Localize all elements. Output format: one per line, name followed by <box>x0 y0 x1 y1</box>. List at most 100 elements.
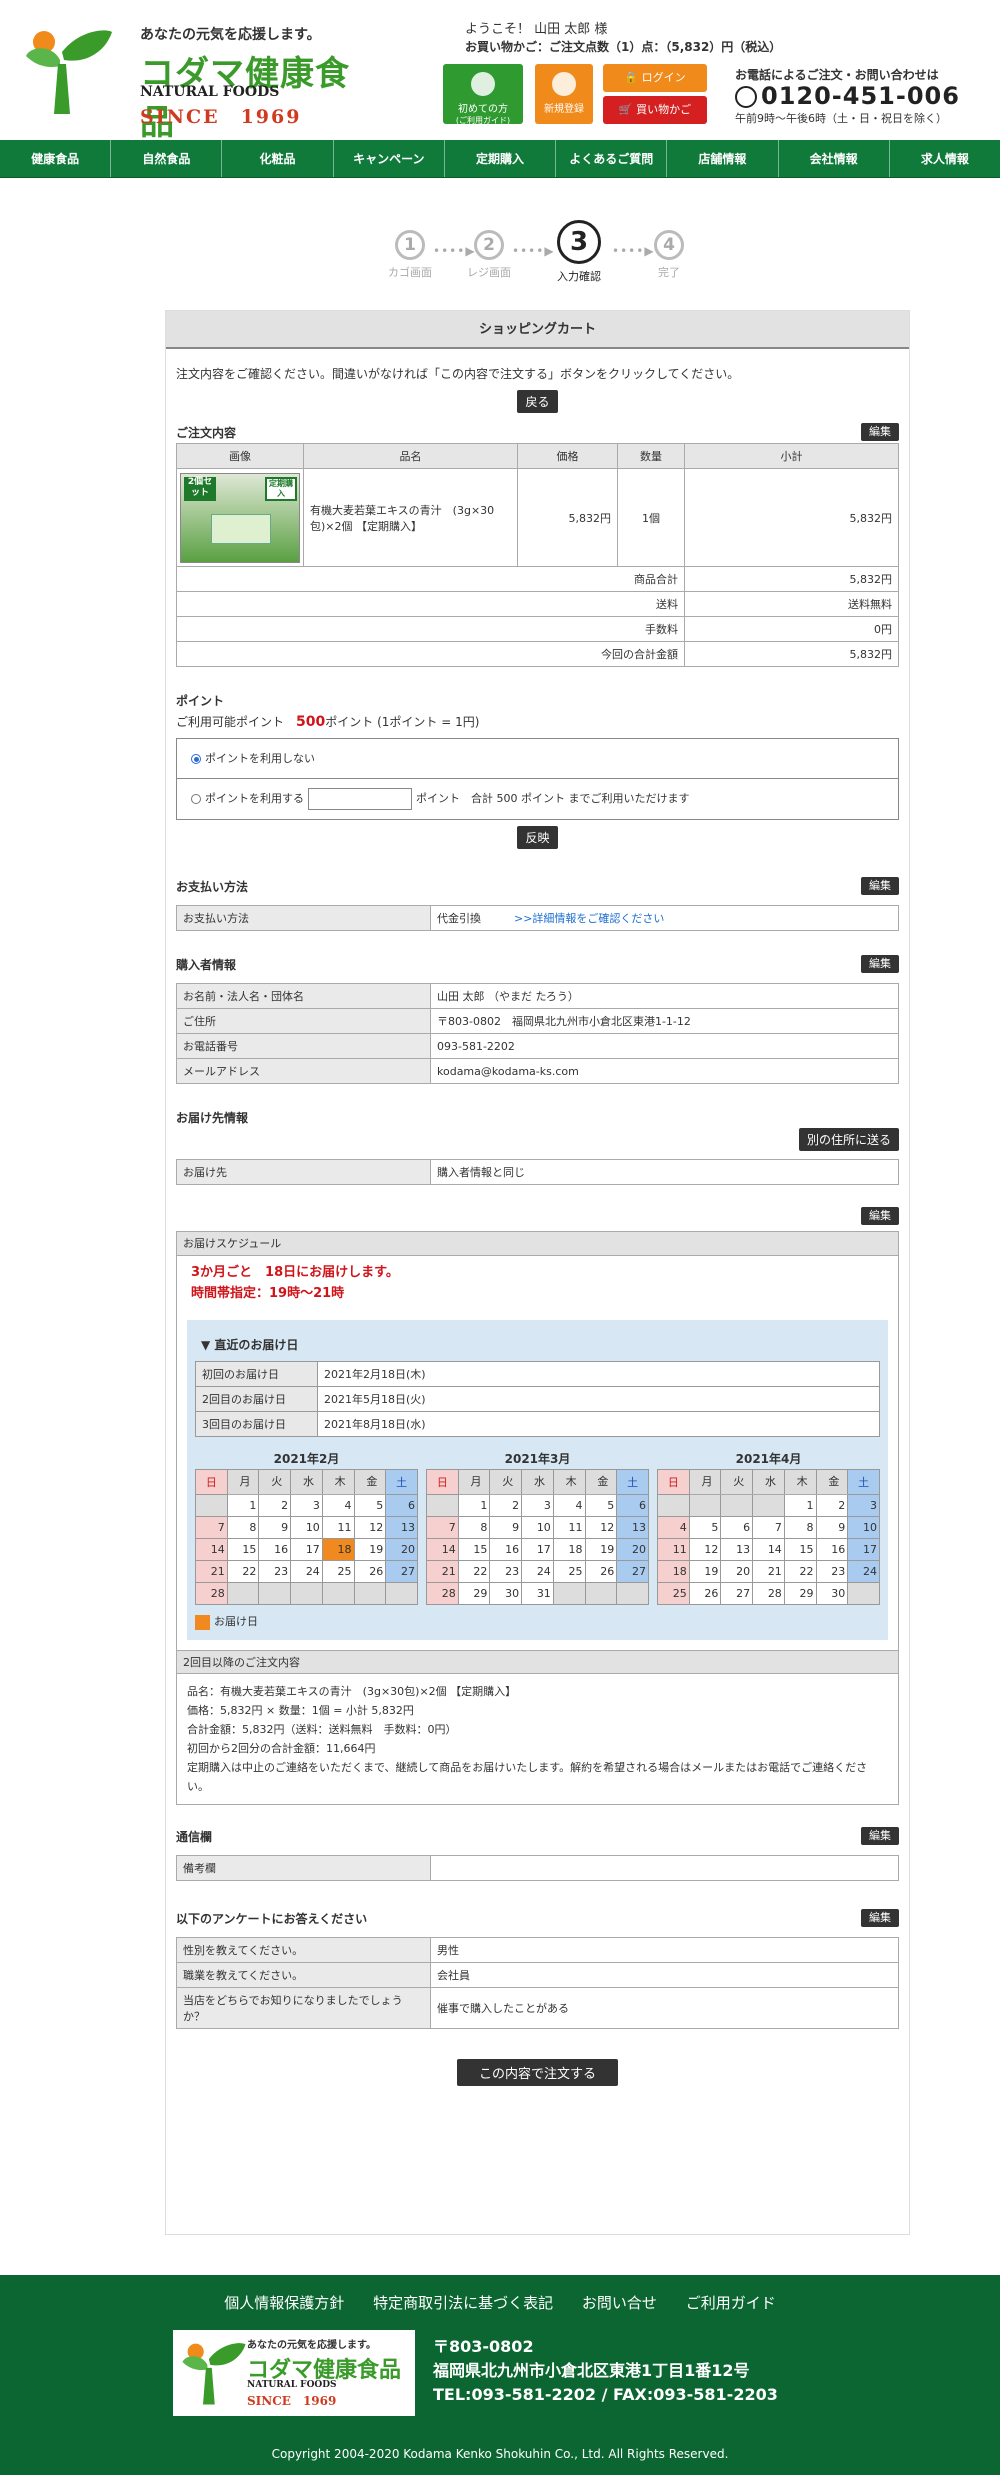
back-button[interactable]: 戻る <box>517 390 558 413</box>
calendar-day: 19 <box>353 1538 387 1561</box>
points-available: ご利用可能ポイント 500ポイント (1ポイント = 1円) <box>176 713 899 730</box>
points-pre: ご利用可能ポイント <box>176 715 285 729</box>
cart-button[interactable]: 🛒 買い物かご <box>603 96 707 124</box>
points-use-row[interactable]: ポイントを利用する ポイント 合計 500 ポイント までご利用いただけます <box>177 779 898 819</box>
calendar-day: 9 <box>258 1516 292 1539</box>
nav-jobs[interactable]: 求人情報 <box>890 140 1000 177</box>
calendar-month: 2021年2月日月火水木金土 1 2 3 4 5 6 7 8 9 10 11 12 13 14 15 16 17 1… <box>195 1449 418 1605</box>
edit-comm-button[interactable]: 編集 <box>861 1826 899 1845</box>
points-no-use-row[interactable]: ポイントを利用しない <box>177 739 898 779</box>
edit-payment-button[interactable]: 編集 <box>861 877 899 895</box>
weekday-header: 月 <box>226 1469 260 1495</box>
calendar-day: 11 <box>552 1516 586 1539</box>
buyer-label: お電話番号 <box>176 1033 431 1059</box>
payment-details-link[interactable]: >>詳細情報をご確認ください <box>514 912 664 925</box>
weekday-header: 木 <box>552 1469 586 1495</box>
order2-line: 初回から2回分の合計金額：11,664円 <box>187 1741 376 1755</box>
calendar-day: 13 <box>616 1516 649 1539</box>
calendar-day: 6 <box>720 1516 754 1539</box>
nav-campaign[interactable]: キャンペーン <box>334 140 445 177</box>
calendar-day: 2 <box>489 1494 523 1517</box>
footer-link-tokutei[interactable]: 特定商取引法に基づく表記 <box>373 2294 553 2312</box>
order2-content: 品名：有機大麦若葉エキスの青汁 (3g×30包)×2個 【定期購入】 価格：5,… <box>177 1674 898 1804</box>
site-logo[interactable]: あなたの元気を応援します。 コダマ健康食品 NATURAL FOODS SINC… <box>22 20 372 143</box>
total-row: 商品合計 5,832円 <box>176 566 899 592</box>
first-time-button[interactable]: 初めての方 (ご利用ガイド) <box>443 64 523 125</box>
calendar-legend: お届け日 <box>195 1613 880 1630</box>
weekday-header: 水 <box>752 1469 785 1495</box>
product-image[interactable]: 2個セット 定期購入 <box>180 472 300 563</box>
nav-stores[interactable]: 店舗情報 <box>667 140 779 177</box>
calendar-empty <box>353 1582 387 1605</box>
submit-order-button[interactable]: この内容で注文する <box>456 2058 618 2086</box>
nav-natural-foods[interactable]: 自然食品 <box>111 140 223 177</box>
nav-company[interactable]: 会社情報 <box>779 140 890 177</box>
calendar-day: 26 <box>688 1582 722 1605</box>
buyer-value: 〒803-0802 福岡県北九州市小倉北区東港1-1-12 <box>430 1008 899 1034</box>
step-3: 3 入力確認 <box>549 220 609 284</box>
table-row: お名前・法人名・団体名 山田 太郎 （やまだ たろう） <box>176 983 899 1009</box>
nav-subscription[interactable]: 定期購入 <box>445 140 557 177</box>
calendar-empty <box>195 1494 228 1517</box>
order2-line: 価格：5,832円 × 数量：1個 = 小計 5,832円 <box>187 1703 414 1717</box>
points-heading: ポイント <box>176 694 225 708</box>
calendar-day: 17 <box>290 1538 323 1561</box>
total-row: 今回の合計金額 5,832円 <box>176 641 899 667</box>
comm-heading: 通信欄 <box>176 1829 213 1844</box>
calendar-day: 5 <box>353 1494 387 1517</box>
checkout-steps: 1 カゴ画面 ••••▶ 2 レジ画面 ••••▶ 3 入力確認 ••••▶ 4 完了 <box>0 178 1000 290</box>
calendar-empty <box>616 1582 649 1605</box>
weekday-header: 火 <box>489 1469 523 1495</box>
login-button[interactable]: 🔒 ログイン <box>603 64 707 92</box>
footer-link-contact[interactable]: お問い合せ <box>582 2294 657 2312</box>
comm-section-heading: 通信欄 編集 <box>176 1826 899 1847</box>
step-4-label: 完了 <box>658 266 680 279</box>
calendar-day: 8 <box>226 1516 260 1539</box>
calendar-day: 21 <box>752 1560 785 1583</box>
step-1: 1 カゴ画面 <box>380 230 440 280</box>
calendar-day: 31 <box>521 1582 554 1605</box>
nav-cosmetics[interactable]: 化粧品 <box>222 140 334 177</box>
calendar-day: 23 <box>489 1560 523 1583</box>
footer-link-guide[interactable]: ご利用ガイド <box>686 2294 776 2312</box>
edit-survey-button[interactable]: 編集 <box>861 1908 899 1927</box>
footer-links: 個人情報保護方針 特定商取引法に基づく表記 お問い合せ ご利用ガイド <box>0 2292 1000 2313</box>
beginner-mark-icon <box>471 72 495 96</box>
radio-use[interactable] <box>191 794 201 804</box>
points-input[interactable] <box>308 788 412 810</box>
recent-deliveries-toggle[interactable]: ▼ 直近のお届け日 <box>201 1336 874 1353</box>
copyright: Copyright 2004-2020 Kodama Kenko Shokuhi… <box>271 2447 729 2461</box>
calendar-day: 7 <box>752 1516 785 1539</box>
buyer-section-heading: 購入者情報 編集 <box>176 955 899 975</box>
calendar-day: 12 <box>584 1516 618 1539</box>
footer-link-privacy[interactable]: 個人情報保護方針 <box>224 2294 344 2312</box>
phone-number[interactable]: 0120-451-006 <box>735 82 960 110</box>
calendar-day: 4 <box>321 1494 355 1517</box>
calendar-day: 18 <box>657 1560 690 1583</box>
other-address-button[interactable]: 別の住所に送る <box>798 1128 899 1151</box>
points-post: ポイント (1ポイント = 1円) <box>325 715 480 729</box>
calendar-day: 28 <box>195 1582 228 1605</box>
footer-logo[interactable]: あなたの元気を応援します。 コダマ健康食品 NATURAL FOODS SINC… <box>173 2330 415 2416</box>
apply-points-button[interactable]: 反映 <box>517 826 558 849</box>
no-use-label: ポイントを利用しない <box>205 752 315 765</box>
radio-no-use[interactable] <box>191 754 201 764</box>
nav-health-foods[interactable]: 健康食品 <box>0 140 112 177</box>
edit-schedule-button[interactable]: 編集 <box>861 1207 899 1225</box>
calendar-day: 3 <box>521 1494 554 1517</box>
nav-faq[interactable]: よくあるご質問 <box>556 140 668 177</box>
footer-tel: TEL:093-581-2202 / FAX:093-581-2203 <box>433 2385 778 2404</box>
table-row: 2回目のお届け日 2021年5月18日(火) <box>195 1386 880 1412</box>
edit-buyer-button[interactable]: 編集 <box>861 955 899 973</box>
calendar-day: 8 <box>457 1516 491 1539</box>
calendar-day: 5 <box>584 1494 618 1517</box>
edit-order-button[interactable]: 編集 <box>861 423 899 441</box>
use-suffix: ポイント 合計 500 ポイント までご利用いただけます <box>416 792 690 805</box>
register-label: 新規登録 <box>544 104 584 115</box>
weekday-header: 火 <box>258 1469 292 1495</box>
register-button[interactable]: 新規登録 <box>535 64 593 124</box>
calendar-day: 19 <box>584 1538 618 1561</box>
calendar-empty <box>290 1582 323 1605</box>
table-row: メールアドレス kodama@kodama-ks.com <box>176 1058 899 1084</box>
calendar-month: 2021年4月日月火水木金土 1 2 3 4 5 6 7 8 9 10 11 12 13 14 15 16 17 1… <box>657 1449 880 1605</box>
